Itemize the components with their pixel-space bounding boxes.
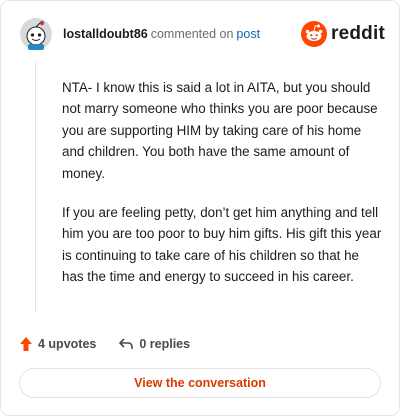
reddit-logo-icon <box>301 21 328 47</box>
thread-line <box>35 61 36 311</box>
reddit-brand[interactable]: reddit <box>301 21 385 47</box>
reddit-wordmark: reddit <box>331 23 385 44</box>
upvote-arrow-icon <box>20 337 32 351</box>
reply-icon <box>119 338 134 349</box>
comment-paragraph: NTA- I know this is said a lot in AITA, … <box>62 80 378 181</box>
username-link[interactable]: lostalldoubt86 <box>63 27 148 41</box>
reply-count: 0 replies <box>139 337 191 351</box>
embedded-comment-card: lostalldoubt86 commented on post reddit NT… <box>0 0 400 416</box>
replies-button[interactable]: 0 replies <box>118 337 190 351</box>
user-avatar[interactable] <box>19 17 53 51</box>
comment-header: lostalldoubt86 commented on post reddit <box>19 17 389 53</box>
action-text: commented on <box>150 27 234 41</box>
comment-body: NTA- I know this is said a lot in AITA, … <box>62 77 384 306</box>
post-link[interactable]: post <box>236 27 260 41</box>
comment-actions: 4 upvotes 0 replies <box>19 334 212 354</box>
view-conversation-button[interactable]: View the conversation <box>19 368 381 398</box>
upvote-count: 4 upvotes <box>38 337 97 351</box>
upvote-button[interactable]: 4 upvotes <box>19 336 96 352</box>
comment-meta: lostalldoubt86 commented on post <box>63 27 260 41</box>
comment-paragraph: If you are feeling petty, don’t get him … <box>62 205 382 285</box>
